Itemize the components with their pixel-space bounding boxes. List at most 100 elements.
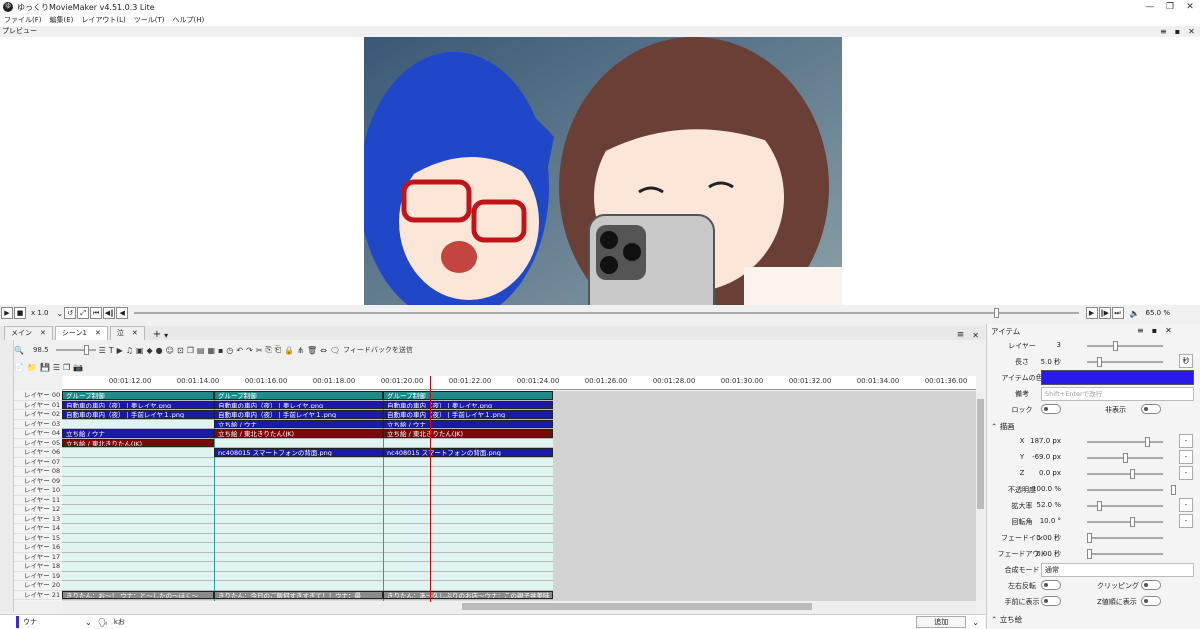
fadeout-slider[interactable] xyxy=(1087,549,1163,559)
time-ruler[interactable]: 00:01:12.00 00:01:14.00 00:01:16.00 00:01:1… xyxy=(62,376,976,390)
timeline-clip[interactable]: グループ制御 xyxy=(62,391,214,400)
menu-help[interactable]: ヘルプ(H) xyxy=(173,14,205,26)
menu-edit[interactable]: 編集(E) xyxy=(50,14,74,26)
folder-icon[interactable]: 📁 xyxy=(27,363,37,372)
settings-icon[interactable]: ☰ xyxy=(53,363,60,372)
chevron-down-icon[interactable]: ⌄ xyxy=(57,309,64,318)
video-icon[interactable]: ▶ xyxy=(117,346,123,355)
timeline-clip[interactable]: きりたん：あ〜久しぶりのお店〜ウナ：この親子丼美味 xyxy=(383,590,553,599)
comment-icon[interactable]: ☰ xyxy=(99,346,106,355)
zoom-thumb[interactable] xyxy=(83,345,89,355)
layer-label[interactable]: レイヤー 08 xyxy=(14,467,62,477)
copy-icon[interactable]: ❐ xyxy=(187,346,194,355)
zoom-icon[interactable]: 🔍 xyxy=(14,346,24,355)
timeline-clip[interactable]: nc408015 スマートフォンの背面.png xyxy=(383,448,553,457)
step-back-icon[interactable]: ◀ xyxy=(116,307,129,319)
dialogue-input[interactable]: kお xyxy=(114,617,916,627)
slider-thumb[interactable] xyxy=(1087,549,1092,559)
menu-icon[interactable]: ≡ xyxy=(1160,27,1167,36)
layer-label[interactable]: レイヤー 01 xyxy=(14,401,62,410)
new-file-icon[interactable]: 📄 xyxy=(14,363,24,372)
copy-icon[interactable]: ⎘ xyxy=(266,345,272,355)
layer-label[interactable]: レイヤー 10 xyxy=(14,486,62,496)
loop-icon[interactable]: ↺ xyxy=(64,307,77,319)
paste-icon[interactable]: ⎗ xyxy=(275,345,281,355)
slider-thumb[interactable] xyxy=(1097,501,1102,511)
layer-label[interactable]: レイヤー 07 xyxy=(14,458,62,467)
slider-thumb[interactable] xyxy=(1097,357,1102,367)
slider-thumb[interactable] xyxy=(1130,517,1135,527)
layer-label[interactable]: レイヤー 00 xyxy=(14,391,62,401)
chevron-down-icon[interactable]: ▾ xyxy=(164,331,168,340)
character-icon[interactable]: ● xyxy=(156,346,163,355)
layer-label[interactable]: レイヤー 18 xyxy=(14,562,62,572)
step-forward-icon[interactable]: ▶ xyxy=(1085,307,1098,319)
skip-end-icon[interactable]: ⏭ xyxy=(1111,307,1124,319)
horizontal-scrollbar[interactable] xyxy=(62,602,976,611)
layer-label[interactable]: レイヤー 19 xyxy=(14,572,62,581)
layer-slider[interactable] xyxy=(1087,341,1163,351)
stop-icon[interactable]: ■ xyxy=(14,307,26,319)
close-icon[interactable]: ✕ xyxy=(40,327,46,340)
clipping-toggle[interactable] xyxy=(1141,580,1161,590)
zoom-level[interactable]: 65.0 % xyxy=(1146,309,1170,317)
timeline-clip[interactable]: 自動車の車内（夜） | 奥レイヤ.png xyxy=(383,400,553,409)
slider-thumb[interactable] xyxy=(1087,533,1092,543)
group-icon[interactable]: ⊡ xyxy=(177,346,184,355)
tab-main[interactable]: メイン ✕ xyxy=(4,326,53,340)
image-icon[interactable]: ▣ xyxy=(136,346,144,355)
scroll-thumb[interactable] xyxy=(977,399,984,509)
y-reset-button[interactable]: - xyxy=(1179,450,1193,464)
opacity-slider[interactable] xyxy=(1087,485,1176,495)
speed-select[interactable]: x 1.0 xyxy=(31,309,49,317)
layer-label[interactable]: レイヤー 17 xyxy=(14,553,62,562)
layer-label[interactable]: レイヤー 05 xyxy=(14,439,62,448)
vertical-scrollbar[interactable] xyxy=(976,391,985,601)
length-slider[interactable] xyxy=(1087,357,1163,367)
shape-icon[interactable]: ◆ xyxy=(147,346,153,355)
layout-icon[interactable]: ▤ xyxy=(197,346,205,355)
chevron-down-icon[interactable]: ⌄ xyxy=(972,618,979,627)
flip-toggle[interactable] xyxy=(1041,580,1061,590)
layer-label[interactable]: レイヤー 03 xyxy=(14,420,62,429)
length-unit-button[interactable]: 秒 xyxy=(1179,354,1193,368)
close-icon[interactable]: ✕ xyxy=(1180,2,1200,12)
add-button[interactable]: 追加 xyxy=(916,616,967,628)
layer-label[interactable]: レイヤー 06 xyxy=(14,448,62,458)
collapse-icon[interactable]: ⌃ xyxy=(991,615,997,624)
text-icon[interactable]: T xyxy=(109,346,114,355)
layer-label[interactable]: レイヤー 09 xyxy=(14,477,62,486)
layer-label[interactable]: レイヤー 16 xyxy=(14,543,62,553)
camera-icon[interactable]: 📷 xyxy=(73,363,83,372)
menu-icon[interactable]: ≡ xyxy=(957,330,965,340)
slider-thumb[interactable] xyxy=(1123,453,1128,463)
timeline-clip[interactable]: 立ち絵 / ウナ xyxy=(62,429,214,438)
copy-icon[interactable]: ❐ xyxy=(63,363,70,372)
grid-icon[interactable]: ▦ xyxy=(207,346,215,355)
scale-reset-button[interactable]: - xyxy=(1179,498,1193,512)
note-input[interactable]: Shift+Enterで改行 xyxy=(1041,387,1194,401)
tab-scene1[interactable]: シーン1 ✕ xyxy=(54,326,108,340)
zoom-slider[interactable] xyxy=(55,345,96,355)
cut-icon[interactable]: ✂ xyxy=(256,346,263,355)
timeline-clip[interactable]: 自動車の車内（夜） | 手前レイヤ１.png xyxy=(214,410,383,419)
timeline-clip[interactable]: nc408015 スマートフォンの背面.png xyxy=(214,448,383,457)
empty-track-area[interactable] xyxy=(553,391,976,601)
playhead[interactable] xyxy=(430,376,431,602)
close-icon[interactable]: ✕ xyxy=(1188,27,1195,36)
character-select[interactable]: ウナ xyxy=(23,617,85,627)
layer-label[interactable]: レイヤー 20 xyxy=(14,581,62,591)
align-icon[interactable]: ⇔ xyxy=(320,346,327,355)
lock-icon[interactable]: 🔒 xyxy=(284,346,294,355)
pin-icon[interactable]: ▪ xyxy=(1152,326,1157,335)
layer-label[interactable]: レイヤー 11 xyxy=(14,496,62,505)
minimize-icon[interactable]: — xyxy=(1140,2,1160,12)
menu-tools[interactable]: ツール(T) xyxy=(134,14,165,26)
expand-icon[interactable]: ⤢ xyxy=(77,307,90,319)
prev-frame-icon[interactable]: ◀‖ xyxy=(103,307,116,319)
volume-icon[interactable]: 🔈 xyxy=(1130,309,1140,318)
skip-start-icon[interactable]: ⏮ xyxy=(90,307,103,319)
redo-icon[interactable]: ↷ xyxy=(246,346,253,355)
slider-thumb[interactable] xyxy=(1130,469,1135,479)
tab-cry[interactable]: 泣 ✕ xyxy=(109,326,145,340)
